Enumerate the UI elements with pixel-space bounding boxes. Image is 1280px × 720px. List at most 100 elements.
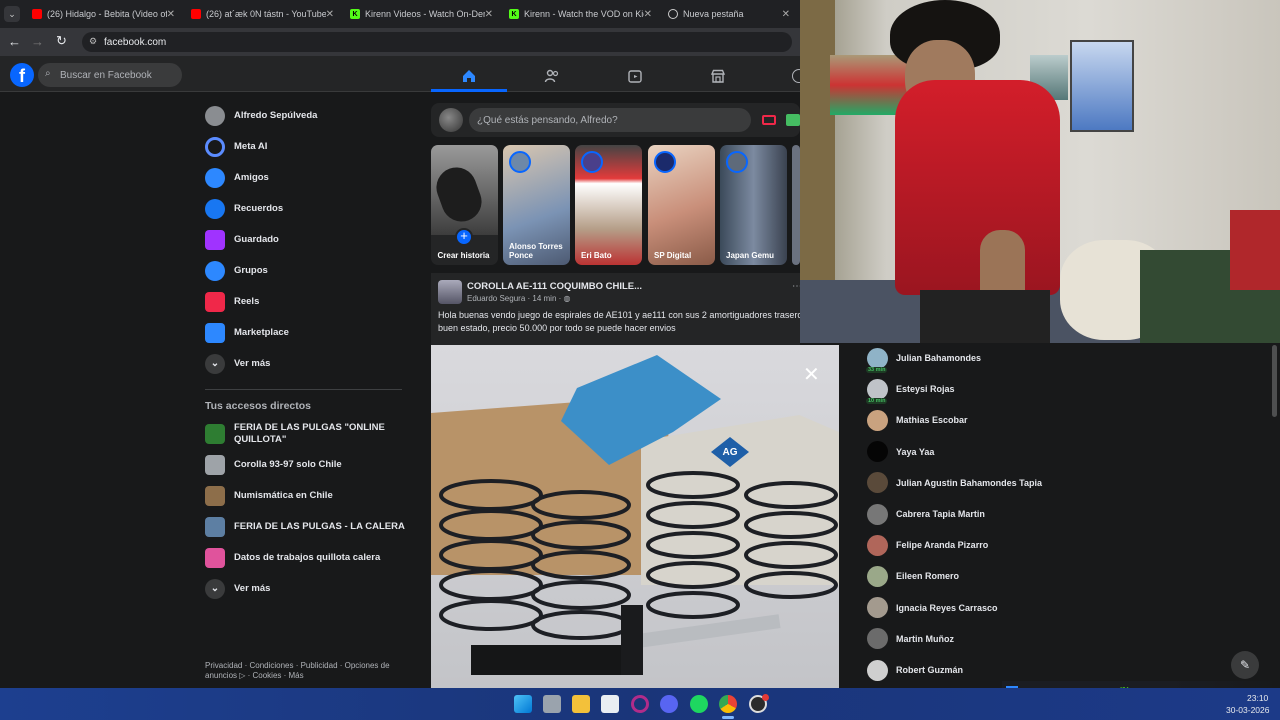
url-field[interactable]: ⚙ facebook.com bbox=[82, 32, 792, 52]
url-text: facebook.com bbox=[104, 36, 167, 48]
nav-marketplace-tab[interactable] bbox=[680, 62, 756, 90]
close-tab-icon[interactable]: ✕ bbox=[167, 9, 175, 20]
sidebar-item[interactable]: Recuerdos bbox=[200, 193, 410, 224]
nav-home-tab[interactable] bbox=[431, 62, 507, 92]
shortcut-item[interactable]: Datos de trabajos quillota calera bbox=[200, 542, 410, 573]
story-card[interactable]: SP Digital bbox=[648, 145, 715, 265]
file-explorer-icon[interactable] bbox=[572, 695, 590, 713]
facebook-logo[interactable]: f bbox=[10, 63, 34, 87]
contact-item[interactable]: Robert Guzmán bbox=[867, 657, 963, 683]
sidebar-item-label: Recuerdos bbox=[234, 203, 284, 214]
site-info-icon[interactable]: ⚙ bbox=[89, 36, 97, 47]
scrollbar[interactable] bbox=[1272, 345, 1277, 417]
browser-tab[interactable]: (26) Hidalgo - Bebita (Video ofi ✕ bbox=[26, 0, 181, 28]
sidebar-item[interactable]: Alfredo Sepúlveda bbox=[200, 100, 410, 131]
sidebar-divider bbox=[205, 389, 402, 390]
contact-item[interactable]: Eileen Romero bbox=[867, 563, 959, 589]
contact-item[interactable]: Felipe Aranda Pizarro bbox=[867, 532, 988, 558]
close-icon[interactable]: ✕ bbox=[803, 365, 820, 385]
sidebar-item[interactable]: ⌄ Ver más bbox=[200, 348, 410, 379]
contact-item[interactable]: 10 min Esteysi Rojas bbox=[866, 376, 955, 404]
sidebar-item-label: Ver más bbox=[234, 358, 271, 369]
photo-icon[interactable] bbox=[786, 114, 800, 126]
composer-input[interactable]: ¿Qué estás pensando, Alfredo? bbox=[469, 108, 751, 132]
nav-friends-tab[interactable] bbox=[514, 62, 590, 90]
sidebar-item[interactable]: Amigos bbox=[200, 162, 410, 193]
plus-icon[interactable]: + bbox=[455, 228, 473, 246]
contact-item[interactable]: 33 min Julian Bahamondes bbox=[866, 345, 981, 373]
contact-item[interactable]: Julian Agustin Bahamondes Tapia bbox=[867, 470, 1042, 496]
chrome-icon[interactable] bbox=[719, 695, 737, 713]
memories-icon bbox=[205, 198, 225, 219]
contact-item[interactable]: Yaya Yaa bbox=[867, 439, 934, 465]
story-create[interactable]: + Crear historia bbox=[431, 145, 498, 265]
opera-icon[interactable] bbox=[631, 695, 649, 713]
webcam-overlay bbox=[800, 0, 1280, 343]
contact-item[interactable]: Martin Muñoz bbox=[867, 626, 954, 652]
gaming-icon bbox=[792, 69, 800, 83]
reload-icon[interactable]: ↻ bbox=[56, 33, 67, 49]
group-avatar[interactable] bbox=[438, 280, 462, 304]
chevron-down-icon: ⌄ bbox=[205, 578, 225, 599]
browser-tab[interactable]: (26) at´æk 0N tástn - YouTube ✕ bbox=[185, 0, 340, 28]
windows-start-icon[interactable] bbox=[514, 695, 532, 713]
spotify-icon[interactable] bbox=[690, 695, 708, 713]
store-icon[interactable] bbox=[601, 695, 619, 713]
clock-time[interactable]: 23:10 bbox=[1247, 693, 1268, 703]
active-app-indicator bbox=[722, 716, 734, 719]
sidebar-item[interactable]: Marketplace bbox=[200, 317, 410, 348]
tab-title: (26) Hidalgo - Bebita (Video ofi bbox=[47, 9, 167, 19]
post-author[interactable]: Eduardo Segura bbox=[467, 294, 525, 303]
kick-icon: K bbox=[509, 9, 519, 19]
compose-icon: ✎ bbox=[1239, 658, 1251, 672]
contact-item[interactable]: Ignacia Reyes Carrasco bbox=[867, 595, 998, 621]
post-time[interactable]: 14 min bbox=[532, 294, 556, 303]
live-video-icon[interactable] bbox=[762, 115, 776, 125]
sidebar-item[interactable]: Meta AI bbox=[200, 131, 410, 162]
close-tab-icon[interactable]: ✕ bbox=[326, 9, 334, 20]
post-group-name[interactable]: COROLLA AE-111 COQUIMBO CHILE... bbox=[467, 281, 642, 292]
shortcut-item[interactable]: FERIA DE LAS PULGAS "ONLINE QUILLOTA" bbox=[200, 418, 410, 449]
story-card[interactable]: Eri Bato bbox=[575, 145, 642, 265]
footer-links[interactable]: Privacidad · Condiciones · Publicidad · … bbox=[205, 661, 405, 682]
contact-item[interactable]: Cabrera Tapia Martin bbox=[867, 501, 985, 527]
story-avatar bbox=[726, 151, 748, 173]
last-active-badge: 10 min bbox=[866, 397, 888, 404]
close-tab-icon[interactable]: ✕ bbox=[485, 9, 493, 20]
shortcut-label: Corolla 93-97 solo Chile bbox=[234, 458, 342, 470]
shortcut-label: Ver más bbox=[234, 582, 271, 594]
tab-list-button[interactable]: ⌄ bbox=[4, 6, 20, 22]
contact-name: Julian Agustin Bahamondes Tapia bbox=[896, 477, 1043, 488]
post-photo[interactable]: AG ✕ bbox=[431, 345, 839, 688]
shortcut-item[interactable]: ⌄ Ver más bbox=[200, 573, 410, 604]
story-card[interactable]: Alonso Torres Ponce bbox=[503, 145, 570, 265]
sidebar-item[interactable]: Reels bbox=[200, 286, 410, 317]
nav-video-tab[interactable] bbox=[597, 62, 673, 90]
springs bbox=[439, 471, 838, 675]
new-message-button[interactable]: ✎ bbox=[1231, 651, 1259, 679]
browser-tab[interactable]: K Kirenn Videos - Watch On-Dem ✕ bbox=[344, 0, 499, 28]
back-icon[interactable]: ← bbox=[8, 34, 21, 49]
nav-gaming-tab[interactable] bbox=[760, 62, 800, 90]
avatar bbox=[867, 441, 888, 463]
close-tab-icon[interactable]: ✕ bbox=[782, 9, 790, 20]
contact-item[interactable]: Mathias Escobar bbox=[867, 407, 968, 433]
clock-date[interactable]: 30-03-2026 bbox=[1226, 705, 1269, 715]
close-tab-icon[interactable]: ✕ bbox=[644, 9, 652, 20]
story-card[interactable]: Japan Gemu bbox=[720, 145, 787, 265]
discord-icon[interactable] bbox=[660, 695, 678, 713]
task-view-icon[interactable] bbox=[543, 695, 561, 713]
browser-tab[interactable]: Nueva pestaña ✕ bbox=[662, 0, 796, 28]
avatar bbox=[867, 534, 888, 556]
forward-icon[interactable]: → bbox=[31, 34, 44, 49]
tab-title: Kirenn - Watch the VOD on Kic bbox=[524, 9, 644, 19]
search-input[interactable]: ⌕ Buscar en Facebook bbox=[38, 63, 182, 87]
browser-tab[interactable]: K Kirenn - Watch the VOD on Kic ✕ bbox=[503, 0, 658, 28]
shortcut-item[interactable]: Corolla 93-97 solo Chile bbox=[200, 449, 410, 480]
sidebar-item[interactable]: Grupos bbox=[200, 255, 410, 286]
shortcut-item[interactable]: Numismática en Chile bbox=[200, 480, 410, 511]
chevron-down-icon: ⌄ bbox=[205, 353, 225, 374]
sidebar-item[interactable]: Guardado bbox=[200, 224, 410, 255]
shortcut-item[interactable]: FERIA DE LAS PULGAS - LA CALERA bbox=[200, 511, 410, 542]
story-card[interactable] bbox=[792, 145, 800, 265]
